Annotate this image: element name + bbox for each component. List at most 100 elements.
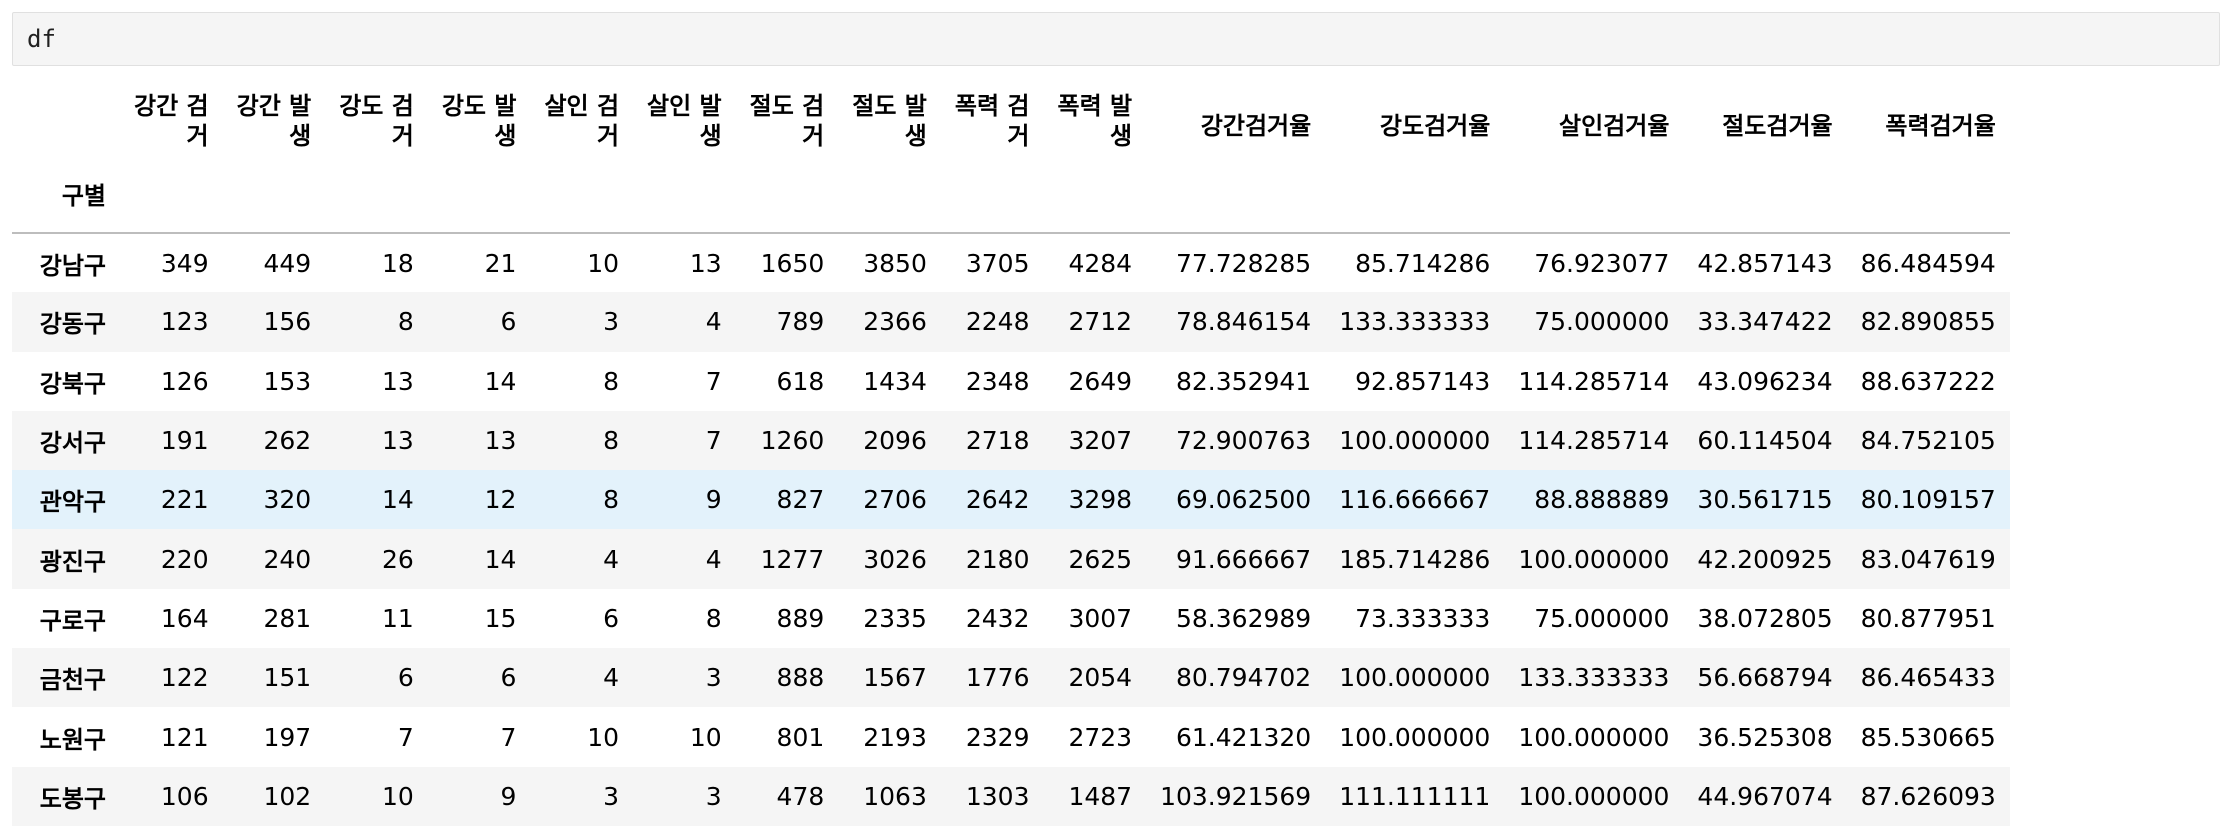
table-cell: 8 — [603, 485, 620, 515]
table-cell: 3 — [603, 307, 620, 337]
table-cell: 87.626093 — [1860, 781, 1996, 811]
empty-header-cell — [428, 160, 531, 233]
code-source: df — [27, 25, 56, 53]
table-cell: 281 — [263, 603, 312, 633]
column-header-line: 거 — [1007, 122, 1030, 150]
table-cell: 14 — [484, 544, 517, 574]
table-cell: 3026 — [863, 544, 927, 574]
column-header: 폭력 검거 — [941, 80, 1044, 160]
table-cell: 58.362989 — [1176, 603, 1312, 633]
table-cell: 3 — [705, 663, 722, 693]
table-header: 강간 검 거 강간 발 생 강도 검 거 강도 발 생 살인 검 거 살인 발 생 절도 검 거 절도 발생… — [12, 80, 2010, 233]
table-cell: 2366 — [863, 307, 927, 337]
table-cell: 2348 — [965, 366, 1030, 396]
table-cell: 13 — [484, 426, 517, 456]
table-cell: 1650 — [760, 248, 825, 278]
table-cell: 6 — [500, 663, 517, 693]
table-cell: 4 — [603, 544, 620, 574]
row-index: 도봉구 — [39, 784, 106, 813]
row-index: 강북구 — [39, 369, 106, 398]
table-cell: 4 — [603, 663, 620, 693]
column-header: 절도검거율 — [1683, 80, 1846, 160]
table-cell: 111.111111 — [1339, 781, 1491, 811]
empty-header-cell — [941, 160, 1044, 233]
column-header: 강도검거율 — [1325, 80, 1504, 160]
table-cell: 2180 — [965, 544, 1030, 574]
column-header-line: 거 — [186, 122, 209, 150]
column-header-line: 살인검거율 — [1559, 111, 1670, 140]
table-cell: 801 — [776, 722, 825, 752]
table-cell: 13 — [689, 248, 722, 278]
table-cell: 4 — [705, 307, 722, 337]
table-cell: 2054 — [1068, 663, 1133, 693]
table-cell: 2723 — [1068, 722, 1133, 752]
code-cell[interactable]: df — [12, 12, 2220, 66]
table-cell: 92.857143 — [1355, 366, 1491, 396]
table-cell: 151 — [263, 663, 312, 693]
table-row: 강동구 123 156 8 6 3 4 789 2366 2248 2712 78.846154 133… — [12, 292, 2010, 352]
column-header: 강도 발생 — [428, 80, 531, 160]
empty-header-cell — [633, 160, 736, 233]
empty-header-cell — [736, 160, 839, 233]
column-header-line: 생 — [699, 122, 722, 150]
table-cell: 1063 — [863, 781, 927, 811]
table-cell: 191 — [160, 426, 209, 456]
table-cell: 86.465433 — [1860, 663, 1996, 693]
table-cell: 240 — [263, 544, 312, 574]
table-cell: 3 — [705, 781, 722, 811]
table-cell: 185.714286 — [1339, 544, 1491, 574]
table-cell: 888 — [776, 663, 825, 693]
table-cell: 26 — [382, 544, 414, 574]
column-header: 강간검거율 — [1146, 80, 1325, 160]
table-row: 도봉구 106 102 10 9 3 3 478 1063 1303 1487 103.921569 1… — [12, 766, 2010, 826]
table-cell: 478 — [776, 781, 825, 811]
column-header-line: 강간검거율 — [1200, 111, 1312, 140]
table-cell: 6 — [603, 603, 620, 633]
table-cell: 6 — [500, 307, 517, 337]
table-cell: 3007 — [1068, 603, 1133, 633]
column-header-line: 살인 발 — [647, 92, 722, 120]
table-cell: 106 — [160, 781, 209, 811]
table-cell: 15 — [484, 603, 517, 633]
table-cell: 827 — [776, 485, 825, 515]
empty-header-cell — [1847, 160, 2010, 233]
table-cell: 44.967074 — [1697, 781, 1833, 811]
table-cell: 78.846154 — [1176, 307, 1312, 337]
table-cell: 3705 — [965, 248, 1030, 278]
table-cell: 8 — [397, 307, 414, 337]
table-cell: 12 — [484, 485, 517, 515]
table-cell: 449 — [263, 248, 312, 278]
column-header: 절도 검거 — [736, 80, 839, 160]
row-index: 강남구 — [39, 251, 106, 280]
table-cell: 3 — [603, 781, 620, 811]
table-cell: 10 — [587, 722, 620, 752]
table-cell: 197 — [263, 722, 312, 752]
table-cell: 72.900763 — [1176, 426, 1312, 456]
table-cell: 43.096234 — [1697, 366, 1833, 396]
table-cell: 2649 — [1068, 366, 1133, 396]
column-header-line: 거 — [802, 122, 825, 150]
table-cell: 80.877951 — [1860, 603, 1996, 633]
empty-header-cell — [838, 160, 941, 233]
table-row: 구로구 164 281 11 15 6 8 889 2335 2432 3007 58.362989 7… — [12, 589, 2010, 648]
table-cell: 8 — [603, 366, 620, 396]
table-cell: 3298 — [1068, 485, 1133, 515]
table-cell: 100.000000 — [1339, 663, 1491, 693]
table-cell: 18 — [382, 248, 414, 278]
table-cell: 13 — [382, 426, 414, 456]
table-cell: 11 — [382, 603, 414, 633]
table-cell: 114.285714 — [1518, 366, 1670, 396]
empty-header-cell — [1043, 160, 1146, 233]
table-cell: 100.000000 — [1518, 722, 1670, 752]
table-cell: 73.333333 — [1355, 603, 1491, 633]
index-name-row: 구별 — [12, 160, 2010, 233]
table-cell: 10 — [382, 781, 414, 811]
table-cell: 42.857143 — [1697, 248, 1833, 278]
table-cell: 221 — [160, 485, 209, 515]
column-header-line: 강간 검 — [134, 92, 209, 120]
table-cell: 320 — [263, 485, 312, 515]
corner-cell — [12, 80, 120, 160]
table-cell: 82.352941 — [1176, 366, 1312, 396]
table-cell: 83.047619 — [1860, 544, 1996, 574]
table-cell: 9 — [705, 485, 722, 515]
